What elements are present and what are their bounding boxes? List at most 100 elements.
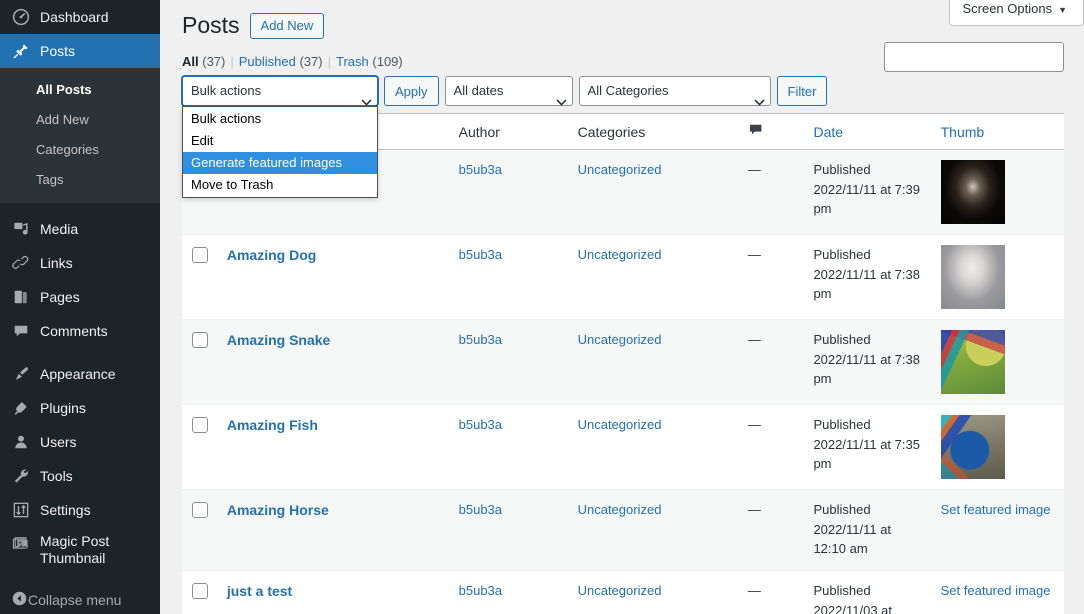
bulk-action-option-generate-featured-images[interactable]: Generate featured images bbox=[183, 152, 377, 174]
sidebar-item-add-new[interactable]: Add New bbox=[0, 105, 160, 135]
row-categories-cell: Uncategorized bbox=[568, 405, 738, 490]
post-status: Published bbox=[813, 162, 871, 177]
post-title-link[interactable]: Amazing Fish bbox=[227, 417, 318, 433]
view-trash[interactable]: Trash (109) bbox=[336, 54, 403, 69]
row-checkbox-cell[interactable] bbox=[182, 320, 217, 405]
row-author-cell: b5ub3a bbox=[449, 150, 568, 235]
row-checkbox[interactable] bbox=[192, 332, 208, 348]
apply-button[interactable]: Apply bbox=[384, 76, 439, 106]
search-input[interactable] bbox=[884, 42, 1064, 72]
row-checkbox[interactable] bbox=[192, 247, 208, 263]
post-date: 2022/11/11 at 12:10 am bbox=[813, 521, 892, 557]
post-category-link[interactable]: Uncategorized bbox=[578, 247, 662, 262]
comments-icon bbox=[11, 321, 31, 341]
bulk-actions-dropdown-menu[interactable]: Bulk actions Edit Generate featured imag… bbox=[182, 106, 378, 198]
dashboard-icon bbox=[11, 7, 31, 27]
sidebar-item-all-posts[interactable]: All Posts bbox=[0, 75, 160, 105]
table-navigation-top: Bulk actions Bulk actions Edit Generate … bbox=[182, 75, 1064, 198]
bulk-actions-select[interactable]: Bulk actions bbox=[182, 76, 378, 106]
row-categories-cell: Uncategorized bbox=[568, 571, 738, 614]
view-all[interactable]: All (37) bbox=[182, 54, 225, 69]
set-featured-image-link[interactable]: Set featured image bbox=[941, 502, 1051, 517]
column-header-comments[interactable] bbox=[737, 113, 804, 150]
column-header-date-link[interactable]: Date bbox=[813, 124, 843, 140]
sidebar-item-label: Comments bbox=[40, 323, 108, 339]
row-categories-cell: Uncategorized bbox=[568, 235, 738, 320]
post-category-link[interactable]: Uncategorized bbox=[578, 162, 662, 177]
sidebar-item-links[interactable]: Links bbox=[0, 246, 160, 280]
filter-button[interactable]: Filter bbox=[776, 76, 828, 106]
sidebar-item-pages[interactable]: Pages bbox=[0, 280, 160, 314]
row-comments-cell: — bbox=[747, 247, 761, 262]
post-date: 2022/11/11 at 7:38 pm bbox=[813, 266, 920, 302]
post-author-link[interactable]: b5ub3a bbox=[459, 247, 502, 262]
sidebar-item-tags[interactable]: Tags bbox=[0, 165, 160, 195]
sidebar-item-magic-post-thumbnail[interactable]: Magic Post Thumbnail bbox=[0, 527, 160, 569]
row-author-cell: b5ub3a bbox=[449, 320, 568, 405]
sidebar-item-plugins[interactable]: Plugins bbox=[0, 391, 160, 425]
post-title-link[interactable]: Amazing Horse bbox=[227, 502, 329, 518]
view-trash-link[interactable]: Trash bbox=[336, 54, 369, 69]
view-all-link[interactable]: All bbox=[182, 54, 199, 69]
bulk-action-option-move-to-trash[interactable]: Move to Trash bbox=[183, 174, 377, 196]
sidebar-item-label: Media bbox=[40, 221, 79, 237]
row-thumb-cell bbox=[931, 405, 1064, 490]
row-comments-cell: — bbox=[747, 332, 761, 347]
sidebar-item-settings[interactable]: Settings bbox=[0, 493, 160, 527]
row-checkbox[interactable] bbox=[192, 417, 208, 433]
users-icon bbox=[11, 432, 31, 452]
row-thumb-cell: Set featured image bbox=[931, 490, 1064, 571]
row-checkbox-cell[interactable] bbox=[182, 571, 217, 614]
date-filter-select[interactable]: All dates bbox=[444, 76, 573, 106]
row-checkbox-cell[interactable] bbox=[182, 405, 217, 490]
post-author-link[interactable]: b5ub3a bbox=[459, 417, 502, 432]
chevron-down-icon: ▼ bbox=[1058, 5, 1067, 15]
post-author-link[interactable]: b5ub3a bbox=[459, 502, 502, 517]
row-checkbox-cell[interactable] bbox=[182, 490, 217, 571]
collapse-menu-button[interactable]: Collapse menu bbox=[0, 583, 160, 614]
view-published[interactable]: Published (37) bbox=[239, 54, 323, 69]
screen-options-button[interactable]: Screen Options ▼ bbox=[949, 0, 1084, 26]
row-checkbox[interactable] bbox=[192, 502, 208, 518]
post-category-link[interactable]: Uncategorized bbox=[578, 332, 662, 347]
post-category-link[interactable]: Uncategorized bbox=[578, 417, 662, 432]
set-featured-image-link[interactable]: Set featured image bbox=[941, 583, 1051, 598]
sidebar-item-label: Links bbox=[40, 255, 73, 271]
row-title-cell: just a test bbox=[217, 571, 449, 614]
category-filter-select[interactable]: All Categories bbox=[578, 76, 771, 106]
post-author-link[interactable]: b5ub3a bbox=[459, 332, 502, 347]
sidebar-item-posts[interactable]: Posts bbox=[0, 34, 160, 68]
chevron-down-icon bbox=[555, 88, 567, 106]
add-new-button[interactable]: Add New bbox=[249, 13, 325, 39]
post-author-link[interactable]: b5ub3a bbox=[459, 162, 502, 177]
table-row: just a test b5ub3a Uncategorized — Publi… bbox=[182, 570, 1064, 614]
table-row: Amazing Snake b5ub3a Uncategorized — Pub… bbox=[182, 319, 1064, 405]
row-author-cell: b5ub3a bbox=[449, 490, 568, 571]
row-checkbox[interactable] bbox=[192, 583, 208, 599]
row-checkbox-cell[interactable] bbox=[182, 235, 217, 320]
post-date: 2022/11/11 at 7:39 pm bbox=[813, 181, 920, 217]
view-separator: | bbox=[327, 54, 332, 69]
sidebar-item-users[interactable]: Users bbox=[0, 425, 160, 459]
post-category-link[interactable]: Uncategorized bbox=[578, 583, 662, 598]
post-title-link[interactable]: just a test bbox=[227, 583, 292, 599]
sidebar-item-categories[interactable]: Categories bbox=[0, 135, 160, 165]
bulk-action-option-bulk-actions[interactable]: Bulk actions bbox=[183, 108, 377, 130]
post-title-link[interactable]: Amazing Snake bbox=[227, 332, 330, 348]
post-author-link[interactable]: b5ub3a bbox=[459, 583, 502, 598]
sidebar-item-label: Tools bbox=[40, 468, 73, 484]
sidebar-item-appearance[interactable]: Appearance bbox=[0, 357, 160, 391]
sidebar-item-tools[interactable]: Tools bbox=[0, 459, 160, 493]
sidebar-item-comments[interactable]: Comments bbox=[0, 314, 160, 348]
post-category-link[interactable]: Uncategorized bbox=[578, 502, 662, 517]
post-status: Published bbox=[813, 502, 871, 517]
view-published-link[interactable]: Published bbox=[239, 54, 296, 69]
posts-page-wrap: Posts Add New All (37) | Published (37) … bbox=[160, 0, 1084, 614]
column-header-thumb-link[interactable]: Thumb bbox=[941, 124, 985, 140]
bulk-action-option-edit[interactable]: Edit bbox=[183, 130, 377, 152]
sidebar-item-media[interactable]: Media bbox=[0, 212, 160, 246]
column-header-thumb[interactable]: Thumb bbox=[930, 113, 1064, 150]
sidebar-item-dashboard[interactable]: Dashboard bbox=[0, 0, 160, 34]
post-title-link[interactable]: Amazing Dog bbox=[227, 247, 316, 263]
column-header-date[interactable]: Date bbox=[803, 113, 931, 150]
